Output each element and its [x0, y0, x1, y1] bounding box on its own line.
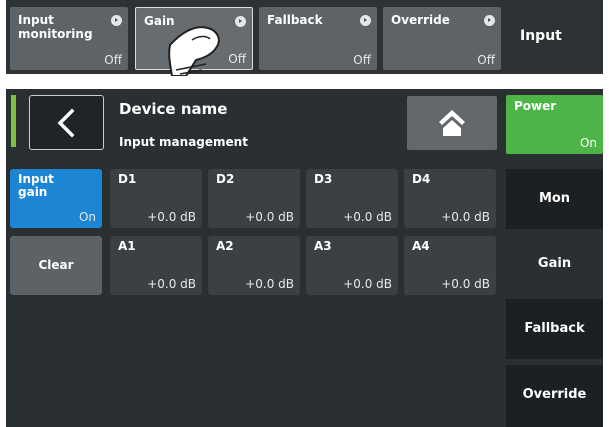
fallback-label: Fallback	[267, 13, 323, 27]
channel-a1-label: A1	[118, 239, 136, 253]
channel-d1-value: +0.0 dB	[147, 210, 196, 224]
input-gain-label: Input gain	[18, 172, 54, 199]
channel-a4-button[interactable]: A4 +0.0 dB	[404, 236, 496, 295]
chevron-left-icon	[57, 108, 75, 138]
channel-a2-label: A2	[216, 239, 234, 253]
input-management-screen: Device name Input management Power On In…	[6, 89, 603, 427]
page-subtitle: Input management	[119, 135, 248, 149]
channel-a3-value: +0.0 dB	[343, 277, 392, 291]
arrow-right-circle-icon	[360, 15, 371, 26]
channel-a3-label: A3	[314, 239, 332, 253]
input-monitoring-state: Off	[104, 53, 122, 67]
home-button[interactable]	[407, 96, 497, 150]
channel-d2-button[interactable]: D2 +0.0 dB	[208, 169, 300, 228]
arrow-right-circle-icon	[484, 15, 495, 26]
fallback-state: Off	[353, 53, 371, 67]
channel-d4-value: +0.0 dB	[441, 210, 490, 224]
channel-d3-label: D3	[314, 172, 333, 186]
channel-d2-label: D2	[216, 172, 235, 186]
hand-pointer-icon	[168, 26, 220, 76]
channel-d1-label: D1	[118, 172, 137, 186]
input-gain-button[interactable]: Input gain On	[10, 169, 102, 228]
channel-d1-button[interactable]: D1 +0.0 dB	[110, 169, 202, 228]
sidebar-item-override[interactable]: Override	[506, 365, 603, 427]
sidebar-item-mon[interactable]: Mon	[506, 169, 603, 229]
sidebar-item-label: Mon	[538, 191, 571, 206]
input-gain-state: On	[78, 210, 96, 224]
channel-d4-button[interactable]: D4 +0.0 dB	[404, 169, 496, 228]
channel-a3-button[interactable]: A3 +0.0 dB	[306, 236, 398, 295]
status-indicator	[11, 95, 16, 147]
override-label: Override	[391, 13, 450, 27]
channel-d4-label: D4	[412, 172, 431, 186]
sidebar-item-fallback[interactable]: Fallback	[506, 299, 603, 359]
arrow-right-circle-icon	[111, 15, 122, 26]
page-title: Device name	[119, 100, 228, 118]
fallback-button[interactable]: Fallback Off	[259, 7, 377, 70]
channel-a4-label: A4	[412, 239, 430, 253]
channel-a2-value: +0.0 dB	[245, 277, 294, 291]
input-monitoring-button[interactable]: Input monitoring Off	[10, 7, 128, 70]
clear-button[interactable]: Clear	[10, 236, 102, 295]
input-monitoring-label: Input monitoring	[18, 13, 93, 41]
channel-d2-value: +0.0 dB	[245, 210, 294, 224]
channel-a4-value: +0.0 dB	[441, 277, 490, 291]
sidebar-item-label: Override	[522, 387, 587, 402]
power-state: On	[579, 136, 597, 150]
back-button[interactable]	[29, 95, 104, 150]
channel-a1-value: +0.0 dB	[147, 277, 196, 291]
channel-a2-button[interactable]: A2 +0.0 dB	[208, 236, 300, 295]
override-button[interactable]: Override Off	[383, 7, 501, 70]
sidebar-item-label: Gain	[537, 256, 572, 271]
sidebar-item-gain[interactable]: Gain	[506, 234, 603, 298]
function-bar: Input monitoring Off Gain Off Fallback O…	[6, 0, 603, 76]
channel-d3-value: +0.0 dB	[343, 210, 392, 224]
channel-d3-button[interactable]: D3 +0.0 dB	[306, 169, 398, 228]
channel-a1-button[interactable]: A1 +0.0 dB	[110, 236, 202, 295]
clear-label: Clear	[38, 258, 74, 272]
override-state: Off	[477, 53, 495, 67]
power-label: Power	[514, 99, 557, 113]
input-menu-label[interactable]: Input	[520, 28, 562, 44]
sidebar-item-label: Fallback	[524, 321, 585, 336]
power-button[interactable]: Power On	[506, 95, 603, 154]
home-icon	[439, 110, 465, 136]
